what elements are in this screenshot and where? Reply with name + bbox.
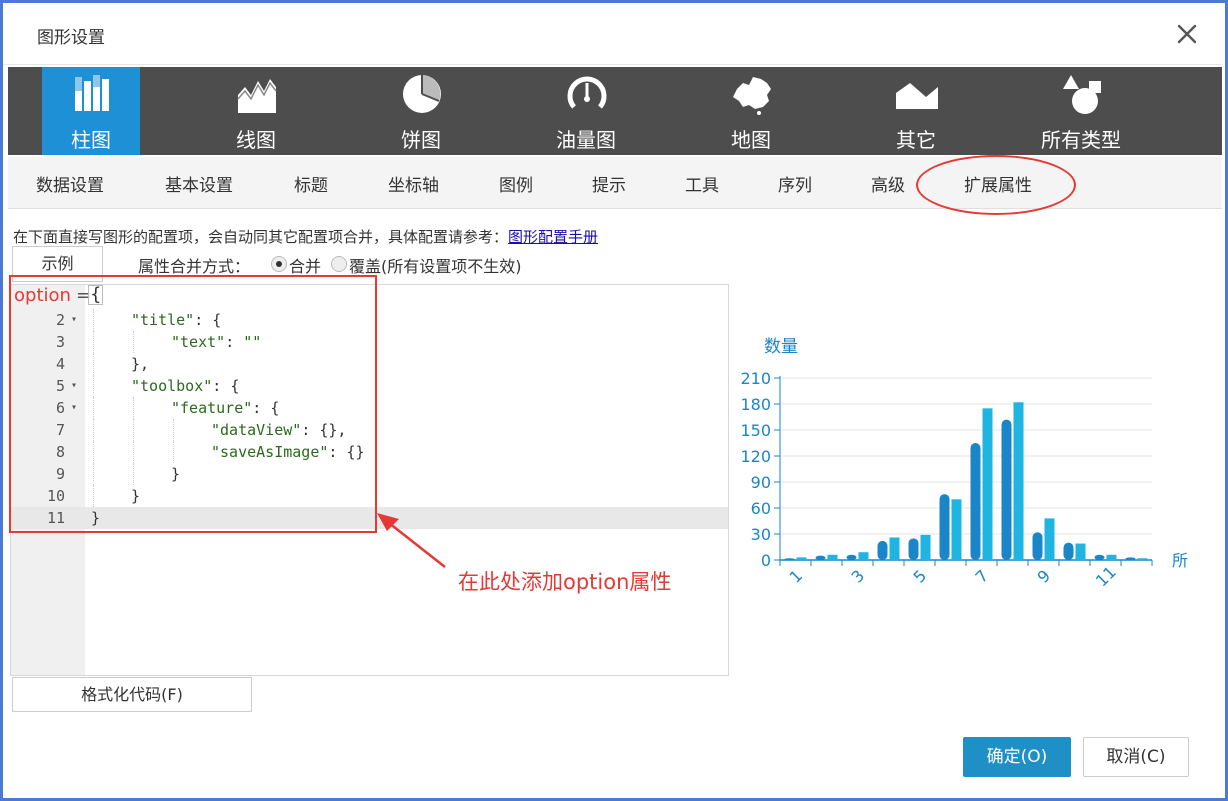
x-tick-label: 3 [848,566,869,587]
y-tick-label: 0 [761,551,771,570]
dialog-title: 图形设置 [37,28,105,48]
x-axis-label: 所 [1172,551,1188,570]
chart-type-gauge[interactable]: 油量图 [537,67,635,155]
bar [970,443,981,560]
chart-type-label: 地图 [731,128,771,152]
bar [939,494,950,560]
bar [982,408,993,560]
bar-chart-icon [75,75,109,111]
bar [1032,532,1043,560]
tab-tooltip[interactable]: 提示 [592,171,626,196]
chart-type-label: 饼图 [401,128,441,152]
bar [920,534,931,560]
chart-type-line-chart[interactable]: 线图 [207,67,305,155]
bar [1063,542,1074,560]
option-highlight-box [9,275,377,533]
merge-radio[interactable] [271,256,287,272]
chart-type-bar-chart[interactable]: 柱图 [42,67,140,155]
x-tick-label: 11 [1092,562,1120,590]
config-manual-link[interactable]: 图形配置手册 [508,228,598,246]
override-option-label: 覆盖(所有设置项不生效) [349,257,522,276]
chart-type-map[interactable]: 地图 [702,67,800,155]
bar [1106,554,1117,560]
bar [951,499,962,560]
bar [908,538,919,560]
chart-type-pie-chart[interactable]: 饼图 [372,67,470,155]
y-tick-label: 180 [740,395,771,414]
ok-button[interactable]: 确定(O) [963,737,1071,777]
x-tick-label: 5 [910,566,931,587]
preview-chart: 数量 0 30 60 90 120 150 180 210 1 3 5 7 9 11 所 [740,337,1188,590]
china-map-icon [733,77,771,115]
chart-type-bar: 柱图 线图 饼图 油量图 地图 其它 所有类型 [8,67,1222,155]
chart-type-label: 其它 [896,128,936,152]
bar [1137,558,1148,560]
chart-type-label: 柱图 [71,128,111,152]
info-line: 在下面直接写图形的配置项，会自动同其它配置项合并，具体配置请参考：图形配置手册 [13,226,598,247]
x-tick-label: 1 [786,566,807,587]
bar [1013,402,1024,560]
bar [889,537,900,560]
x-tick-label: 7 [972,566,993,587]
shapes-icon [1063,75,1101,114]
y-tick-label: 30 [751,525,771,544]
chart-type-other[interactable]: 其它 [867,67,965,155]
annotation-text: 在此处添加option属性 [458,570,672,594]
option-prefix: option [14,285,71,306]
info-text: 在下面直接写图形的配置项，会自动同其它配置项合并，具体配置请参考： [13,228,509,246]
annotation-arrow-icon [377,513,446,568]
y-tick-label: 60 [751,499,771,518]
dialog-header: 图形设置 [3,3,1222,65]
format-code-button[interactable]: 格式化代码(F) [12,677,252,712]
tab-basic-settings[interactable]: 基本设置 [165,171,233,196]
close-icon[interactable] [1174,21,1200,47]
bar [815,555,826,560]
x-tick-label: 9 [1034,566,1055,587]
y-tick-label: 210 [740,369,771,388]
gauge-icon [567,76,607,109]
bar [1044,518,1055,560]
y-tick-label: 90 [751,473,771,492]
option-open-brace: { [88,284,104,305]
tab-legend[interactable]: 图例 [499,171,533,196]
tab-tools[interactable]: 工具 [685,171,719,196]
y-tick-label: 120 [740,447,771,466]
bar [1075,543,1086,560]
area-shape-icon [896,83,938,109]
y-tick-label: 150 [740,421,771,440]
override-radio[interactable] [331,256,347,272]
bar [858,552,869,560]
tab-axis[interactable]: 坐标轴 [388,171,439,196]
tab-series[interactable]: 序列 [778,171,812,196]
y-axis-label: 数量 [764,337,798,357]
tab-advanced[interactable]: 高级 [871,171,905,196]
merge-option-label: 合并 [289,257,322,276]
pie-chart-icon [403,75,441,113]
bar [1001,419,1012,560]
bar [877,540,888,560]
tab-title[interactable]: 标题 [294,171,328,196]
merge-mode-label: 属性合并方式： [138,257,251,276]
bar [1125,557,1136,560]
line-chart-icon [237,79,277,113]
chart-type-all[interactable]: 所有类型 [1032,67,1130,155]
bar [1094,554,1105,560]
chart-type-label: 线图 [236,128,276,152]
chart-type-label: 所有类型 [1041,128,1121,152]
bar [846,554,857,560]
bar [784,558,795,560]
cancel-button[interactable]: 取消(C) [1083,737,1189,777]
bar [827,554,838,560]
tab-data-settings[interactable]: 数据设置 [36,171,104,196]
chart-type-label: 油量图 [556,128,616,152]
bar [796,557,807,560]
tab-highlight-ellipse [916,155,1076,215]
